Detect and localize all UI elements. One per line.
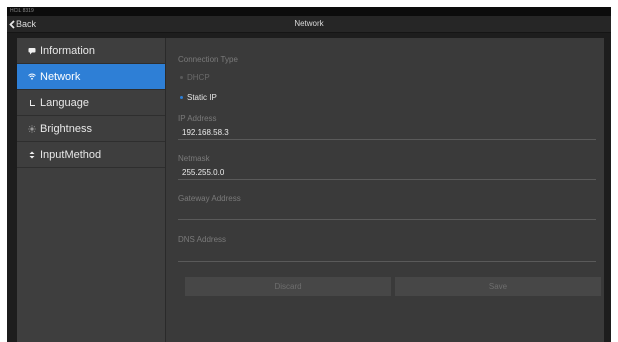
sort-icon — [28, 151, 36, 159]
netmask-label: Netmask — [178, 154, 210, 163]
sidebar-item-label: InputMethod — [40, 148, 102, 161]
status-bar: HCIL 8319 — [7, 7, 611, 16]
gateway-address-input[interactable] — [178, 206, 596, 220]
dhcp-radio-label: DHCP — [187, 73, 210, 82]
connection-type-label: Connection Type — [178, 55, 238, 64]
dns-address-label: DNS Address — [178, 235, 227, 244]
sidebar-item-inputmethod[interactable]: InputMethod — [17, 142, 165, 168]
save-button[interactable]: Save — [395, 277, 601, 296]
page-title: Network — [294, 19, 324, 28]
settings-sidebar: Information Network Language Brightness — [17, 38, 166, 342]
gateway-address-label: Gateway Address — [178, 194, 241, 203]
sidebar-item-label: Brightness — [40, 122, 92, 135]
radio-indicator — [180, 96, 183, 99]
radio-indicator — [180, 76, 183, 79]
sidebar-item-brightness[interactable]: Brightness — [17, 116, 165, 142]
wifi-icon — [28, 73, 36, 81]
app-window: HCIL 8319 Back Network Information Netwo… — [7, 7, 611, 342]
static-ip-radio[interactable]: Static IP — [178, 93, 217, 102]
comment-icon — [28, 47, 36, 55]
discard-button[interactable]: Discard — [185, 277, 391, 296]
netmask-input[interactable]: 255.255.0.0 — [178, 166, 596, 180]
static-ip-radio-label: Static IP — [187, 93, 217, 102]
ip-address-input[interactable]: 192.168.58.3 — [178, 126, 596, 140]
sidebar-item-language[interactable]: Language — [17, 90, 165, 116]
settings-panel: Information Network Language Brightness — [17, 38, 604, 342]
sidebar-item-label: Information — [40, 44, 96, 57]
brightness-icon — [28, 124, 36, 133]
ip-address-label: IP Address — [178, 114, 217, 123]
sidebar-item-information[interactable]: Information — [17, 38, 165, 64]
sidebar-item-label: Language — [40, 96, 89, 109]
sidebar-item-network[interactable]: Network — [17, 64, 165, 90]
dhcp-radio[interactable]: DHCP — [178, 73, 210, 82]
sidebar-item-label: Network — [40, 70, 81, 83]
navigation-bar: Back Network — [7, 16, 611, 33]
language-icon — [28, 99, 36, 107]
network-settings-form: Connection Type DHCP Static IP IP Addres… — [178, 38, 601, 342]
dns-address-input[interactable] — [178, 248, 596, 262]
